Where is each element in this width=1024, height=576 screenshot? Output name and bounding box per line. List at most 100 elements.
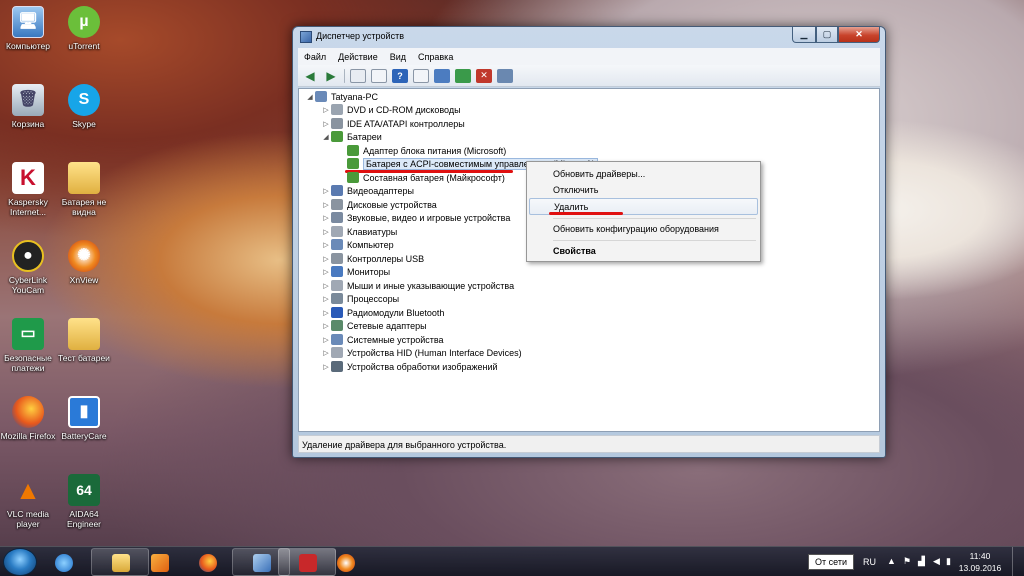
tree-item-mice[interactable]: ▷ Мыши и иные указывающие устройства [321, 279, 514, 292]
tree-item-disks[interactable]: ▷ Дисковые устройства [321, 198, 437, 211]
tree-item-processors[interactable]: ▷ Процессоры [321, 292, 399, 305]
expand-icon[interactable]: ▷ [321, 282, 331, 290]
expand-icon[interactable]: ▷ [321, 255, 331, 263]
flag-icon[interactable]: ⚑ [903, 556, 913, 566]
desktop-icon-label: Корзина [11, 119, 45, 129]
expand-icon[interactable]: ▷ [321, 241, 331, 249]
tree-item-composite-battery[interactable]: Составная батарея (Майкрософт) [337, 171, 505, 184]
window-title: Диспетчер устройств [316, 31, 404, 41]
expand-icon[interactable]: ▷ [321, 349, 331, 357]
properties-icon[interactable] [371, 68, 387, 83]
expand-icon[interactable]: ▷ [321, 322, 331, 330]
tree-item-imaging[interactable]: ▷ Устройства обработки изображений [321, 360, 498, 373]
desktop-icon-label: CyberLink YouCam [8, 275, 48, 295]
title-bar[interactable]: Диспетчер устройств ▁ ▢ ✕ [293, 27, 885, 47]
tree-item-system[interactable]: ▷ Системные устройства [321, 333, 444, 346]
expand-icon[interactable]: ▷ [321, 336, 331, 344]
desktop-icon-label: Mozilla Firefox [0, 431, 56, 441]
maximize-button[interactable]: ▢ [816, 27, 838, 43]
disable-icon[interactable] [497, 68, 513, 83]
tree-item-ide[interactable]: ▷ IDE ATA/ATAPI контроллеры [321, 117, 465, 130]
expand-icon[interactable]: ▷ [321, 363, 331, 371]
tree-item-usb[interactable]: ▷ Контроллеры USB [321, 252, 424, 265]
uninstall-icon[interactable]: ✕ [476, 68, 492, 83]
show-desktop-button[interactable] [1012, 547, 1024, 576]
desktop-icon-recycle-bin[interactable]: 🗑 Корзина [0, 84, 59, 129]
show-hide-tree-icon[interactable] [350, 68, 366, 83]
menu-item-properties[interactable]: Свойства [529, 242, 758, 259]
desktop-icon-vlc[interactable]: ▲ VLC media player [0, 474, 59, 529]
expand-icon[interactable]: ▷ [321, 309, 331, 317]
menu-item-scan-hardware[interactable]: Обновить конфигурацию оборудования [529, 220, 758, 237]
menu-view[interactable]: Вид [390, 52, 406, 62]
desktop-icon-folder-battery[interactable]: Батарея не видна [53, 162, 115, 217]
taskbar-media-player[interactable] [138, 548, 182, 576]
start-button[interactable] [3, 548, 37, 576]
expand-icon[interactable]: ▷ [321, 120, 331, 128]
scan-hardware-icon[interactable] [434, 68, 450, 83]
battery-icon [347, 172, 359, 183]
desktop-icon-label: Тест батареи [58, 353, 110, 363]
clock[interactable]: 11:40 13.09.2016 [957, 550, 1003, 574]
tree-item-ac-adapter[interactable]: Адаптер блока питания (Microsoft) [337, 144, 506, 157]
menu-file[interactable]: Файл [304, 52, 326, 62]
desktop-icon-aida64[interactable]: 64 AIDA64 Engineer [53, 474, 115, 529]
back-arrow-icon[interactable]: ◀ [302, 69, 318, 83]
desktop-icon-youcam[interactable]: ● CyberLink YouCam [0, 240, 59, 295]
show-hidden-icons-icon[interactable]: ▲ [887, 556, 897, 566]
desktop-icon-folder-test[interactable]: Тест батареи [53, 318, 115, 363]
tree-item-batteries[interactable]: ◢ Батареи [321, 130, 382, 143]
tree-item-network[interactable]: ▷ Сетевые адаптеры [321, 319, 427, 332]
tree-item-monitors[interactable]: ▷ Мониторы [321, 265, 390, 278]
internet-explorer-icon [55, 554, 73, 572]
expand-icon[interactable]: ▷ [321, 214, 331, 222]
desktop-icon-firefox[interactable]: Mozilla Firefox [0, 396, 59, 441]
expand-icon[interactable]: ▷ [321, 106, 331, 114]
desktop-icon-kaspersky[interactable]: K Kaspersky Internet... [0, 162, 59, 217]
menu-item-update-drivers[interactable]: Обновить драйверы... [529, 165, 758, 182]
tree-item-label: Видеоадаптеры [347, 185, 414, 196]
tree-item-computer[interactable]: ▷ Компьютер [321, 238, 394, 251]
collapse-icon[interactable]: ◢ [305, 93, 315, 101]
tree-item-hid[interactable]: ▷ Устройства HID (Human Interface Device… [321, 346, 522, 359]
desktop-icon-computer[interactable]: 🖥 Компьютер [0, 6, 59, 51]
taskbar-firefox[interactable] [186, 548, 230, 576]
menu-item-disable[interactable]: Отключить [529, 181, 758, 198]
close-button[interactable]: ✕ [838, 27, 880, 43]
menu-action[interactable]: Действие [338, 52, 378, 62]
language-indicator[interactable]: RU [863, 557, 876, 567]
tree-item-keyboards[interactable]: ▷ Клавиатуры [321, 225, 397, 238]
desktop-icon-utorrent[interactable]: µ uTorrent [53, 6, 115, 51]
tree-item-dvd[interactable]: ▷ DVD и CD-ROM дисководы [321, 103, 461, 116]
help-icon[interactable]: ? [392, 68, 408, 83]
tree-item-label: Батареи [347, 131, 382, 142]
desktop-icon-batterycare[interactable]: ▮ BatteryCare [53, 396, 115, 441]
tree-root[interactable]: ◢ Tatyana-PC [305, 90, 378, 103]
expand-icon[interactable]: ▷ [321, 295, 331, 303]
tree-item-video[interactable]: ▷ Видеоадаптеры [321, 184, 414, 197]
taskbar-xnview[interactable] [324, 548, 368, 576]
tree-item-label: Дисковые устройства [347, 199, 437, 210]
desktop-icon-safe-money[interactable]: ▭ Безопасные платежи [0, 318, 59, 373]
forward-arrow-icon[interactable]: ▶ [323, 69, 339, 83]
update-driver-icon[interactable] [455, 68, 471, 83]
desktop-icon-skype[interactable]: S Skype [53, 84, 115, 129]
taskbar-ie[interactable] [40, 548, 86, 576]
expand-icon[interactable]: ▷ [321, 228, 331, 236]
desktop-icon-xnview[interactable]: ✺ XnView [53, 240, 115, 285]
menu-help[interactable]: Справка [418, 52, 453, 62]
network-icon[interactable]: ▟ [918, 556, 928, 566]
expand-icon[interactable]: ▷ [321, 268, 331, 276]
tree-item-bluetooth[interactable]: ▷ Радиомодули Bluetooth [321, 306, 444, 319]
expand-icon[interactable]: ▷ [321, 187, 331, 195]
firefox-icon [199, 554, 217, 572]
battery-icon[interactable]: ▮ [946, 556, 956, 566]
minimize-button[interactable]: ▁ [792, 27, 816, 43]
desktop-icon-label: uTorrent [68, 41, 100, 51]
expand-icon[interactable]: ▷ [321, 201, 331, 209]
tree-item-sound[interactable]: ▷ Звуковые, видео и игровые устройства [321, 211, 510, 224]
collapse-icon[interactable]: ◢ [321, 133, 331, 141]
device-manager-icon [253, 554, 271, 572]
panel-icon[interactable] [413, 68, 429, 83]
volume-icon[interactable]: ◀ [933, 556, 943, 566]
